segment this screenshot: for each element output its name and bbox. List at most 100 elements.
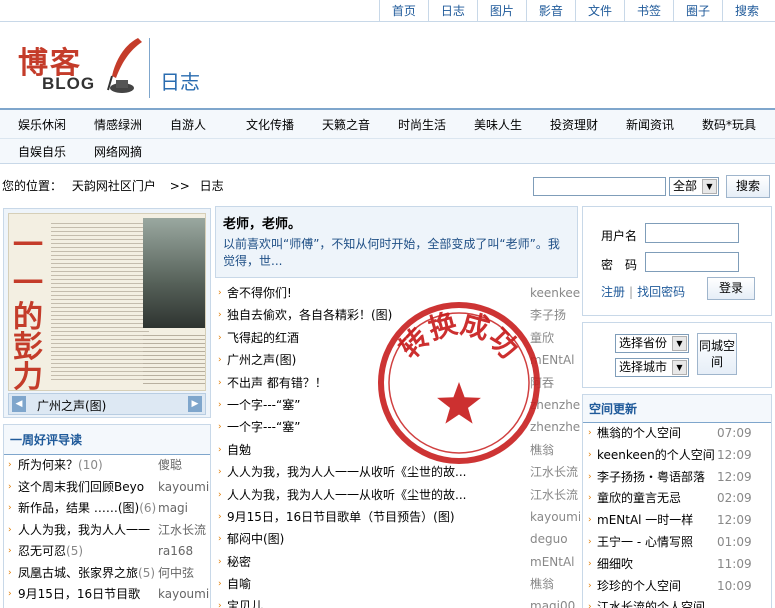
post-title[interactable]: 一个字---“塞” (227, 394, 300, 416)
list-item[interactable]: › 王宁一 - 心情写照 01:09 (583, 532, 771, 554)
category-item[interactable]: 新闻资讯 (608, 112, 684, 138)
login-button[interactable]: 登录 (707, 277, 755, 300)
category-item[interactable]: 美味人生 (456, 112, 532, 138)
space-title[interactable]: mENtAl 一时一样 (597, 510, 693, 532)
post-author[interactable]: 樵翁 (530, 573, 580, 595)
list-item[interactable]: › 人人为我，我为人人一一 江水长流 (4, 520, 210, 542)
category-item[interactable]: 时尚生活 (380, 112, 456, 138)
list-item-title[interactable]: 所为何来？ (18, 458, 78, 472)
post-author[interactable]: 江水长流 (530, 461, 580, 483)
username-field[interactable] (645, 223, 739, 243)
list-item[interactable]: › 人人为我，我为人人一一从收听《尘世的故... 江水长流 (215, 461, 578, 483)
list-item[interactable]: › 人人为我，我为人人一一从收听《尘世的故... 江水长流 (215, 484, 578, 506)
top-nav-files[interactable]: 文件 (574, 0, 624, 22)
search-scope-select[interactable]: 全部 ▼ (669, 177, 719, 196)
space-title[interactable]: 江水长流的个人空间 (597, 597, 705, 608)
top-nav-media[interactable]: 影音 (525, 0, 575, 22)
list-item[interactable]: › 宝贝儿 magi00 (215, 595, 578, 608)
search-button[interactable]: 搜索 (726, 175, 770, 198)
list-item-title[interactable]: 凤凰古城、张家界之旅 (18, 566, 138, 580)
featured-image[interactable]: 一 一 的 彭 力 (8, 213, 206, 391)
category-item[interactable]: 投资理财 (532, 112, 608, 138)
list-item[interactable]: › 秘密 mENtAl (215, 551, 578, 573)
list-item[interactable]: › 江水长流的个人空间 (583, 597, 771, 608)
list-item-author[interactable]: ra168 (158, 541, 210, 563)
list-item-title[interactable]: 忍无可忍 (18, 544, 66, 558)
list-item-author[interactable]: kayoumi (158, 477, 210, 499)
category-item[interactable]: 网络网摘 (76, 139, 152, 164)
post-title[interactable]: 不出声 都有错？！ (227, 372, 327, 394)
post-author[interactable]: mENtAl (530, 349, 580, 371)
next-arrow-icon[interactable]: ▶ (188, 396, 202, 412)
post-title[interactable]: 广州之声(图) (227, 349, 296, 371)
password-field[interactable] (645, 252, 739, 272)
post-title[interactable]: 飞得起的红酒 (227, 327, 299, 349)
post-author[interactable]: 童欣 (530, 327, 580, 349)
list-item[interactable]: › 一个字---“塞” zhenzhe (215, 416, 580, 438)
post-title[interactable]: 独自去偷欢，各自各精彩！(图) (227, 304, 392, 326)
top-nav-blog[interactable]: 日志 (427, 0, 477, 22)
list-item[interactable]: › 凤凰古城、张家界之旅(5) 何中弦 (4, 563, 210, 585)
list-item[interactable]: › mENtAl 一时一样 12:09 (583, 510, 771, 532)
list-item-author[interactable]: 何中弦 (158, 563, 210, 585)
featured-caption[interactable]: 广州之声(图) (37, 397, 106, 414)
featured-post-title[interactable]: 老师，老师。 (223, 213, 570, 232)
forgot-password-link[interactable]: 找回密码 (637, 285, 685, 299)
list-item[interactable]: › 这个周末我们回顾Beyo kayoumi (4, 477, 210, 499)
list-item[interactable]: › 不出声 都有错？！ 阿吞 (215, 372, 578, 394)
list-item[interactable]: › 所为何来？(10) 傻聪 (4, 455, 210, 477)
post-author[interactable]: zhenzhe (530, 394, 580, 416)
post-title[interactable]: 一个字---“塞” (227, 416, 300, 438)
list-item[interactable]: › 舍不得你们! keenkee (215, 282, 580, 304)
post-title[interactable]: 自勉 (227, 439, 251, 461)
province-select[interactable]: 选择省份 ▼ (615, 334, 689, 353)
top-nav-photos[interactable]: 图片 (476, 0, 526, 22)
post-title[interactable]: 秘密 (227, 551, 251, 573)
post-author[interactable]: deguo (530, 528, 580, 550)
top-nav-circles[interactable]: 圈子 (672, 0, 722, 22)
search-input[interactable] (533, 177, 666, 196)
list-item[interactable]: › 飞得起的红酒 童欣 (215, 327, 578, 349)
post-author[interactable]: keenkee (530, 282, 580, 304)
category-item[interactable]: 情感绿洲 (76, 112, 152, 138)
post-title[interactable]: 宝贝儿 (227, 595, 263, 608)
category-item[interactable]: 天籁之音 (304, 112, 380, 138)
list-item-title[interactable]: 新作品，结果 ……(图) (18, 501, 139, 515)
category-item[interactable]: 文化传播 (228, 112, 304, 138)
city-select[interactable]: 选择城市 ▼ (615, 358, 689, 377)
category-item[interactable]: 数码*玩具 (684, 112, 760, 138)
post-title[interactable]: 舍不得你们! (227, 282, 292, 304)
list-item-author[interactable]: magi (158, 498, 210, 520)
list-item[interactable]: › 珍珍的个人空间 10:09 (583, 576, 771, 598)
list-item-author[interactable]: 江水长流 (158, 520, 210, 542)
list-item-title[interactable]: 这个周末我们回顾Beyo (18, 480, 144, 494)
post-author[interactable]: magi00 (530, 595, 580, 608)
post-title[interactable]: 人人为我，我为人人一一从收听《尘世的故... (227, 484, 466, 506)
space-title[interactable]: 李子扬扬・粤语部落 (597, 467, 705, 489)
list-item[interactable]: › 自喻 樵翁 (215, 573, 578, 595)
register-link[interactable]: 注册 (601, 285, 625, 299)
list-item[interactable]: › 细细吹 11:09 (583, 554, 771, 576)
list-item[interactable]: › 樵翁的个人空间 07:09 (583, 423, 771, 445)
list-item[interactable]: › 9月15日，16日节目歌 kayoumi (4, 584, 210, 606)
post-author[interactable]: kayoumi (530, 506, 580, 528)
list-item[interactable]: › 独自去偷欢，各自各精彩！(图) 李子扬 (215, 304, 578, 326)
space-title[interactable]: 珍珍的个人空间 (597, 576, 681, 598)
list-item[interactable]: › 忍无可忍(5) ra168 (4, 541, 210, 563)
list-item[interactable]: › 郁闷中(图) deguo (215, 528, 578, 550)
top-nav-home[interactable]: 首页 (378, 0, 428, 22)
city-space-button[interactable]: 同城空间 (697, 333, 737, 375)
category-item[interactable]: 自娱自乐 (0, 139, 76, 164)
list-item-title[interactable]: 9月15日，16日节目歌 (18, 587, 140, 601)
space-title[interactable]: keenkeen的个人空间 (597, 445, 715, 467)
post-author[interactable]: 阿吞 (530, 372, 580, 394)
prev-arrow-icon[interactable]: ◀ (12, 396, 26, 412)
post-author[interactable]: 李子扬 (530, 304, 580, 326)
top-nav-search[interactable]: 搜索 (721, 0, 771, 22)
post-author[interactable]: 江水长流 (530, 484, 580, 506)
list-item[interactable]: › 新作品，结果 ……(图)(6) magi (4, 498, 210, 520)
list-item[interactable]: › 李子扬扬・粤语部落 12:09 (583, 467, 771, 489)
post-title[interactable]: 自喻 (227, 573, 251, 595)
post-title[interactable]: 郁闷中(图) (227, 528, 284, 550)
post-author[interactable]: 樵翁 (530, 439, 580, 461)
